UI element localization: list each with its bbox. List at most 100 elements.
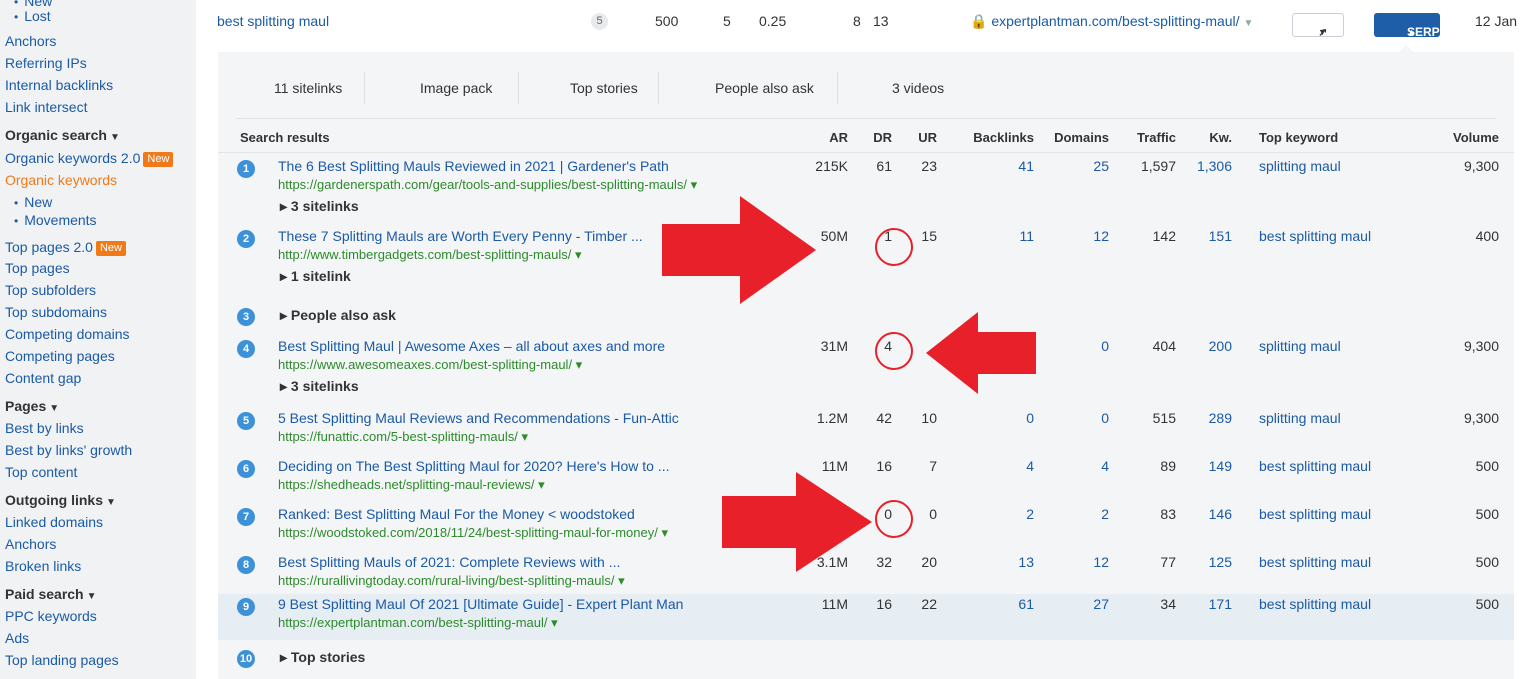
keyword-link[interactable]: best splitting maul bbox=[217, 13, 329, 29]
top-keyword-link[interactable]: splitting maul bbox=[1259, 338, 1341, 354]
sidebar-item-anchors[interactable]: Anchors bbox=[5, 533, 56, 555]
backlinks-value[interactable]: 0 bbox=[954, 410, 1034, 426]
result-url[interactable]: https://shedheads.net/splitting-maul-rev… bbox=[278, 477, 545, 493]
serp-feature-tab[interactable]: Top stories bbox=[570, 80, 638, 96]
keywords-value[interactable]: 146 bbox=[1152, 506, 1232, 522]
backlinks-value[interactable]: 2 bbox=[954, 506, 1034, 522]
top-keyword-link[interactable]: splitting maul bbox=[1259, 158, 1341, 174]
chevron-down-icon[interactable]: ▾ bbox=[518, 429, 528, 444]
serp-feature-tab[interactable]: 11 sitelinks bbox=[274, 80, 342, 96]
sidebar-section-paid-search[interactable]: Paid search ▼ bbox=[5, 583, 97, 605]
sidebar-item-organic-keywords[interactable]: Organic keywords bbox=[5, 169, 117, 191]
result-url[interactable]: https://expertplantman.com/best-splittin… bbox=[278, 615, 558, 631]
keywords-value[interactable]: 200 bbox=[1152, 338, 1232, 354]
top-keyword-link[interactable]: best splitting maul bbox=[1259, 506, 1371, 522]
chevron-down-icon[interactable]: ▾ bbox=[658, 525, 668, 540]
keywords-value[interactable]: 289 bbox=[1152, 410, 1232, 426]
top-keyword-link[interactable]: splitting maul bbox=[1259, 410, 1341, 426]
sidebar-item-top-pages[interactable]: Top pages bbox=[5, 257, 70, 279]
sidebar-item-movements[interactable]: Movements bbox=[14, 209, 96, 231]
sidebar-item-linked-domains[interactable]: Linked domains bbox=[5, 511, 103, 533]
result-url[interactable]: http://www.timbergadgets.com/best-splitt… bbox=[278, 247, 581, 263]
keywords-value[interactable]: 149 bbox=[1152, 458, 1232, 474]
sidebar-item-top-subdomains[interactable]: Top subdomains bbox=[5, 301, 107, 323]
top-keyword-link[interactable]: best splitting maul bbox=[1259, 596, 1371, 612]
keyword-row[interactable]: best splitting maul 5 500 5 0.25 8 13 🔒 … bbox=[196, 6, 1536, 40]
column-header-backlinks[interactable]: Backlinks bbox=[954, 130, 1034, 145]
top-keyword-link[interactable]: best splitting maul bbox=[1259, 228, 1371, 244]
sidebar-item-best-by-links[interactable]: Best by links bbox=[5, 417, 84, 439]
backlinks-value[interactable]: 41 bbox=[954, 158, 1034, 174]
result-url[interactable]: https://www.awesomeaxes.com/best-splitti… bbox=[278, 357, 582, 373]
serp-feature-expander[interactable]: ▸ Top stories bbox=[280, 649, 365, 666]
keywords-value[interactable]: 125 bbox=[1152, 554, 1232, 570]
column-header-top-keyword[interactable]: Top keyword bbox=[1259, 130, 1338, 145]
chevron-down-icon[interactable]: ▾ bbox=[571, 247, 582, 262]
result-url[interactable]: https://funattic.com/5-best-splitting-ma… bbox=[278, 429, 528, 445]
sidebar-item-competing-pages[interactable]: Competing pages bbox=[5, 345, 115, 367]
sidebar-section-outgoing-links[interactable]: Outgoing links ▼ bbox=[5, 489, 116, 511]
sidebar-item-top-landing-pages[interactable]: Top landing pages bbox=[5, 649, 119, 671]
backlinks-value[interactable]: 11 bbox=[954, 228, 1034, 244]
sidebar-item-lost[interactable]: Lost bbox=[14, 5, 50, 27]
column-header-search-results[interactable]: Search results bbox=[240, 130, 330, 145]
column-header-ur[interactable]: UR bbox=[857, 130, 937, 145]
keywords-value[interactable]: 171 bbox=[1152, 596, 1232, 612]
sidebar-item-referring-ips[interactable]: Referring IPs bbox=[5, 52, 87, 74]
result-title-link[interactable]: Best Splitting Mauls of 2021: Complete R… bbox=[278, 554, 620, 570]
sidebar-item-ppc-keywords[interactable]: PPC keywords bbox=[5, 605, 97, 627]
result-url[interactable]: https://woodstoked.com/2018/11/24/best-s… bbox=[278, 525, 668, 541]
chevron-down-icon[interactable]: ▾ bbox=[614, 573, 625, 588]
result-title-link[interactable]: 5 Best Splitting Maul Reviews and Recomm… bbox=[278, 410, 679, 426]
result-url[interactable]: https://rurallivingtoday.com/rural-livin… bbox=[278, 573, 625, 589]
sidebar-item-organic-keywords-2-0[interactable]: Organic keywords 2.0 New bbox=[5, 147, 174, 169]
sidebar-item-anchors[interactable]: Anchors bbox=[5, 30, 56, 52]
sitelinks-expander[interactable]: ▸ 3 sitelinks bbox=[280, 198, 359, 215]
sidebar-section-organic-search[interactable]: Organic search ▼ bbox=[5, 124, 120, 146]
serp-feature-expander[interactable]: ▸ People also ask bbox=[280, 307, 396, 324]
chart-toggle-button[interactable]: ➚ ▼ bbox=[1292, 13, 1344, 39]
sidebar-item-top-pages-2-0[interactable]: Top pages 2.0 New bbox=[5, 236, 126, 258]
serp-toggle-button[interactable]: SERP ▲ bbox=[1374, 13, 1440, 39]
backlinks-value[interactable]: 61 bbox=[954, 596, 1034, 612]
sidebar-item-link-intersect[interactable]: Link intersect bbox=[5, 96, 87, 118]
chevron-down-icon[interactable]: ▾ bbox=[572, 357, 583, 372]
sidebar-item-competing-domains[interactable]: Competing domains bbox=[5, 323, 130, 345]
ranking-url[interactable]: 🔒 expertplantman.com/best-splitting-maul… bbox=[970, 13, 1253, 30]
sitelinks-expander[interactable]: ▸ 1 sitelink bbox=[280, 268, 351, 285]
result-title-link[interactable]: The 6 Best Splitting Mauls Reviewed in 2… bbox=[278, 158, 669, 174]
result-title-link[interactable]: 9 Best Splitting Maul Of 2021 [Ultimate … bbox=[278, 596, 683, 612]
result-title-link[interactable]: Deciding on The Best Splitting Maul for … bbox=[278, 458, 670, 474]
chevron-down-icon[interactable]: ▾ bbox=[548, 615, 558, 630]
top-keyword-link[interactable]: best splitting maul bbox=[1259, 458, 1371, 474]
result-title-link[interactable]: Ranked: Best Splitting Maul For the Mone… bbox=[278, 506, 635, 522]
sidebar-item-top-subfolders[interactable]: Top subfolders bbox=[5, 279, 96, 301]
result-title-link[interactable]: Best Splitting Maul | Awesome Axes – all… bbox=[278, 338, 665, 354]
chevron-down-icon[interactable]: ▾ bbox=[687, 177, 698, 192]
sitelinks-expander[interactable]: ▸ 3 sitelinks bbox=[280, 378, 359, 395]
volume-value: 400 bbox=[1475, 228, 1499, 244]
column-header-kw-[interactable]: Kw. bbox=[1152, 130, 1232, 145]
sidebar-section-pages[interactable]: Pages ▼ bbox=[5, 395, 59, 417]
serp-feature-tab[interactable]: People also ask bbox=[715, 80, 814, 96]
backlinks-value[interactable]: 4 bbox=[954, 458, 1034, 474]
keywords-value[interactable]: 1,306 bbox=[1152, 158, 1232, 174]
sidebar-item-content-gap[interactable]: Content gap bbox=[5, 367, 81, 389]
sidebar-item-best-by-links-growth[interactable]: Best by links' growth bbox=[5, 439, 132, 461]
keywords-value[interactable]: 151 bbox=[1152, 228, 1232, 244]
result-url[interactable]: https://gardenerspath.com/gear/tools-and… bbox=[278, 177, 697, 193]
sidebar-item-top-content[interactable]: Top content bbox=[5, 461, 77, 483]
position-number: 10 bbox=[237, 650, 255, 668]
sidebar-item-internal-backlinks[interactable]: Internal backlinks bbox=[5, 74, 113, 96]
backlinks-value[interactable]: 13 bbox=[954, 554, 1034, 570]
serp-feature-tab[interactable]: Image pack bbox=[420, 80, 492, 96]
sidebar-item-ads[interactable]: Ads bbox=[5, 627, 29, 649]
top-keyword-link[interactable]: best splitting maul bbox=[1259, 554, 1371, 570]
chevron-down-icon[interactable]: ▼ bbox=[1243, 18, 1253, 29]
serp-feature-tab[interactable]: 3 videos bbox=[892, 80, 944, 96]
sidebar-item-broken-links[interactable]: Broken links bbox=[5, 555, 81, 577]
chevron-down-icon[interactable]: ▾ bbox=[535, 477, 545, 492]
column-header-volume[interactable]: Volume bbox=[1419, 130, 1499, 145]
result-title-link[interactable]: These 7 Splitting Mauls are Worth Every … bbox=[278, 228, 643, 244]
table-row: 9 9 Best Splitting Maul Of 2021 [Ultimate… bbox=[218, 594, 1514, 640]
